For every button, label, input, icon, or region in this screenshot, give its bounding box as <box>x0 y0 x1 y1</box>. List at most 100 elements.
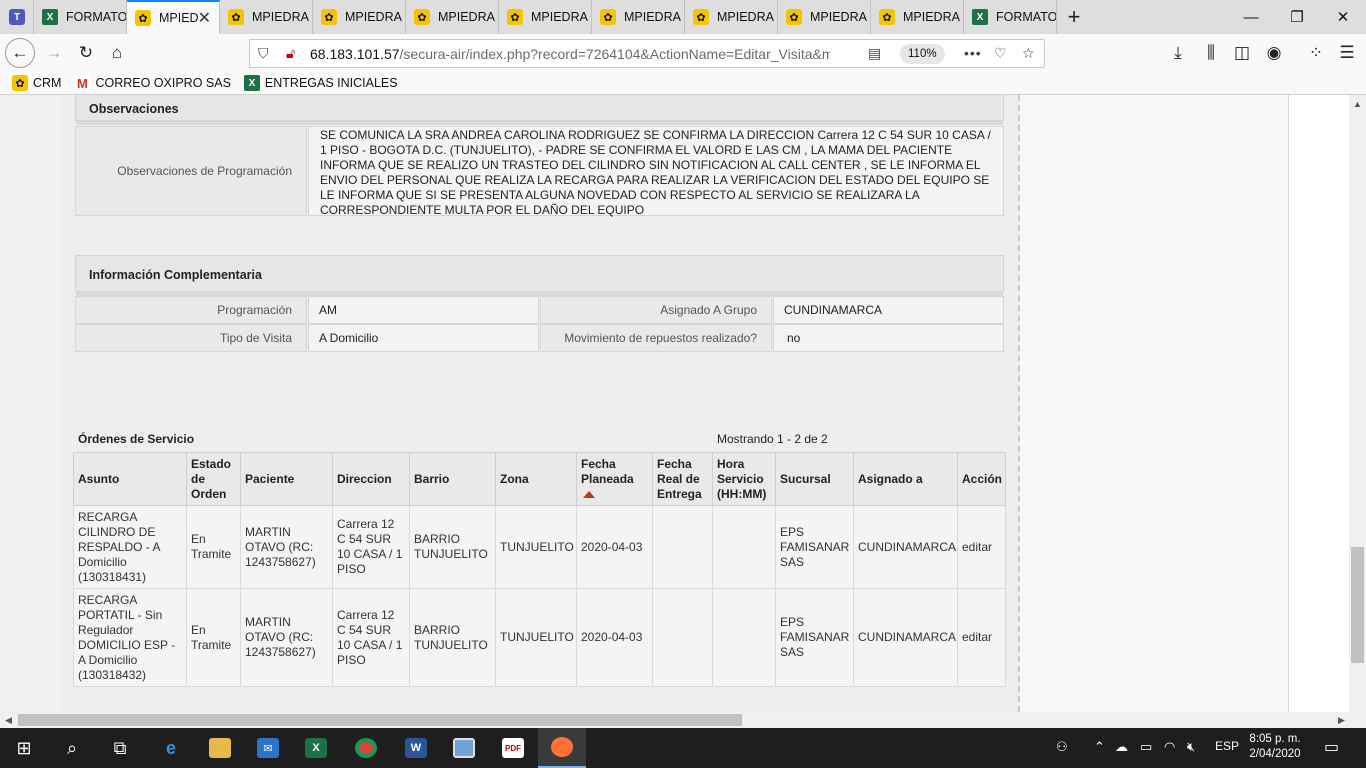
cell-asignado: CUNDINAMARCA <box>853 505 958 589</box>
tab-mpiedra[interactable]: ✿ MPIEDRA <box>313 0 406 34</box>
tab-teams[interactable]: T <box>0 0 34 34</box>
battery-icon[interactable]: ▭ <box>1140 739 1152 755</box>
home-button[interactable]: ⌂ <box>103 39 131 67</box>
bookmark-star-icon[interactable]: ☆ <box>1022 45 1035 62</box>
cell-fecha-planeada: 2020-04-03 <box>576 588 653 687</box>
cell-sucursal: EPS FAMISANAR SAS <box>775 588 854 687</box>
search-icon[interactable]: ⌕ <box>48 728 96 768</box>
tab-label: MPIEDRA <box>438 10 495 24</box>
observaciones-label: Observaciones de Programación <box>75 126 307 216</box>
horizontal-scroll-thumb[interactable] <box>18 714 742 726</box>
clock-time: 8:05 p. m. <box>1249 733 1301 745</box>
bookmark-correo[interactable]: M CORREO OXIPRO SAS <box>74 75 231 91</box>
cell-asignado: CUNDINAMARCA <box>853 588 958 687</box>
bookmark-label: ENTREGAS INICIALES <box>264 76 398 90</box>
clock[interactable]: 8:05 p. m. 2/04/2020 <box>1246 732 1304 762</box>
menu-icon[interactable]: ☰ <box>1333 39 1361 67</box>
scroll-left-arrow[interactable]: ◀ <box>5 715 12 726</box>
notifications-icon[interactable]: ▭ <box>1324 737 1339 757</box>
tab-mpiedra[interactable]: ✿ MPIEDRA <box>220 0 313 34</box>
bookmark-crm[interactable]: ✿ CRM <box>12 75 61 91</box>
col-asunto[interactable]: Asunto <box>73 452 187 506</box>
tab-mpiedra[interactable]: ✿ MPIEDRA <box>592 0 685 34</box>
mail-icon[interactable]: ✉ <box>244 728 292 768</box>
chrome-icon[interactable] <box>342 728 390 768</box>
col-estado[interactable]: Estado de Orden <box>186 452 241 506</box>
tab-mpiedra-active[interactable]: ✿ MPIEDRA ✕ <box>127 0 220 34</box>
file-explorer-icon[interactable] <box>196 728 244 768</box>
excel-taskbar-icon[interactable]: X <box>292 728 340 768</box>
observaciones-header: Observaciones <box>75 95 1004 125</box>
edit-link[interactable]: editar <box>957 505 1006 589</box>
col-paciente[interactable]: Paciente <box>240 452 333 506</box>
word-icon[interactable]: W <box>392 728 440 768</box>
sort-ascending-icon <box>583 490 595 498</box>
tab-mpiedra[interactable]: ✿ MPIEDRA <box>685 0 778 34</box>
task-view-icon[interactable]: ⧉ <box>96 728 144 768</box>
firefox-icon[interactable] <box>538 728 586 768</box>
col-fecha-real[interactable]: Fecha Real de Entrega <box>652 452 713 506</box>
col-asignado[interactable]: Asignado a <box>853 452 958 506</box>
url-bar[interactable]: ⛉ 🔓︎ 68.183.101.57/secura-air/index.php?… <box>249 39 1045 68</box>
back-button[interactable]: ← <box>5 38 35 68</box>
vertical-scroll-thumb[interactable] <box>1351 547 1364 663</box>
tab-label: MPIEDRA <box>810 10 867 24</box>
col-sucursal[interactable]: Sucursal <box>775 452 854 506</box>
suitecrm-icon: ✿ <box>507 9 523 25</box>
edge-icon[interactable]: e <box>147 728 195 768</box>
volume-muted-icon[interactable]: 🔇︎ <box>1187 739 1195 755</box>
cell-direccion: Carrera 12 C 54 SUR 10 CASA / 1 PISO <box>332 588 410 687</box>
new-tab-button[interactable]: + <box>1057 0 1091 34</box>
edit-link[interactable]: editar <box>957 588 1006 687</box>
page-actions-icon[interactable]: ••• <box>964 45 982 61</box>
people-icon[interactable]: ⚇ <box>1056 739 1068 755</box>
sidebar-icon[interactable]: ◫ <box>1228 39 1256 67</box>
insecure-lock-icon[interactable]: 🔓︎ <box>286 45 295 62</box>
tray-chevron-icon[interactable]: ⌃ <box>1094 739 1105 755</box>
extensions-icon[interactable]: ⁘ <box>1302 39 1330 67</box>
tab-mpiedra[interactable]: ✿ MPIEDRA <box>406 0 499 34</box>
close-window-button[interactable]: ✕ <box>1320 0 1366 34</box>
cell-barrio: BARRIO TUNJUELITO <box>409 505 496 589</box>
library-icon[interactable]: ⫼ <box>1197 39 1225 67</box>
pocket-icon[interactable]: ♡ <box>994 45 1007 62</box>
close-tab-icon[interactable]: ✕ <box>198 8 211 28</box>
wifi-icon[interactable]: ◠ <box>1164 739 1175 755</box>
scroll-right-arrow[interactable]: ▶ <box>1338 715 1345 726</box>
shield-icon[interactable]: ⛉ <box>258 45 269 62</box>
account-icon[interactable]: ◉ <box>1260 39 1288 67</box>
tab-mpiedra[interactable]: ✿ MPIEDRA <box>871 0 964 34</box>
cell-hora <box>712 588 776 687</box>
tab-mpiedra[interactable]: ✿ MPIEDRA <box>499 0 592 34</box>
cell-barrio: BARRIO TUNJUELITO <box>409 588 496 687</box>
windows-start-icon[interactable]: ⊞ <box>0 728 48 768</box>
reader-view-icon[interactable]: ▤ <box>868 45 881 62</box>
downloads-icon[interactable]: ⤓ <box>1164 39 1192 67</box>
language-indicator[interactable]: ESP <box>1215 739 1239 753</box>
col-hora-servicio[interactable]: Hora Servicio (HH:MM) <box>712 452 776 506</box>
tab-mpiedra[interactable]: ✿ MPIEDRA <box>778 0 871 34</box>
tab-formato-2[interactable]: X FORMATO <box>964 0 1057 34</box>
col-fecha-planeada[interactable]: Fecha Planeada <box>576 452 653 506</box>
col-zona[interactable]: Zona <box>495 452 577 506</box>
excel-icon: X <box>42 9 58 25</box>
scroll-up-arrow[interactable]: ▲ <box>1353 99 1362 109</box>
window-app-icon[interactable] <box>440 728 488 768</box>
cell-asunto: RECARGA PORTATIL - Sin Regulador DOMICIL… <box>73 588 187 687</box>
minimize-button[interactable]: — <box>1228 0 1274 34</box>
restore-button[interactable]: ❐ <box>1274 0 1320 34</box>
zoom-indicator[interactable]: 110% <box>900 44 945 64</box>
forward-button[interactable]: → <box>40 39 68 67</box>
bookmark-label: CORREO OXIPRO SAS <box>95 76 231 90</box>
col-barrio[interactable]: Barrio <box>409 452 496 506</box>
url-text[interactable]: 68.183.101.57/secura-air/index.php?recor… <box>310 46 830 62</box>
tab-formato-1[interactable]: X FORMATO <box>34 0 127 34</box>
onedrive-icon[interactable]: ☁ <box>1115 739 1128 755</box>
col-direccion[interactable]: Direccion <box>332 452 410 506</box>
pdf-app-icon[interactable]: PDF <box>489 728 537 768</box>
tab-label: MPIEDRA <box>159 11 199 25</box>
excel-icon: X <box>243 75 260 91</box>
bookmark-entregas[interactable]: X ENTREGAS INICIALES <box>243 75 398 91</box>
table-row: RECARGA CILINDRO DE RESPALDO - A Domicil… <box>73 505 1006 589</box>
reload-button[interactable]: ↻ <box>72 39 100 67</box>
